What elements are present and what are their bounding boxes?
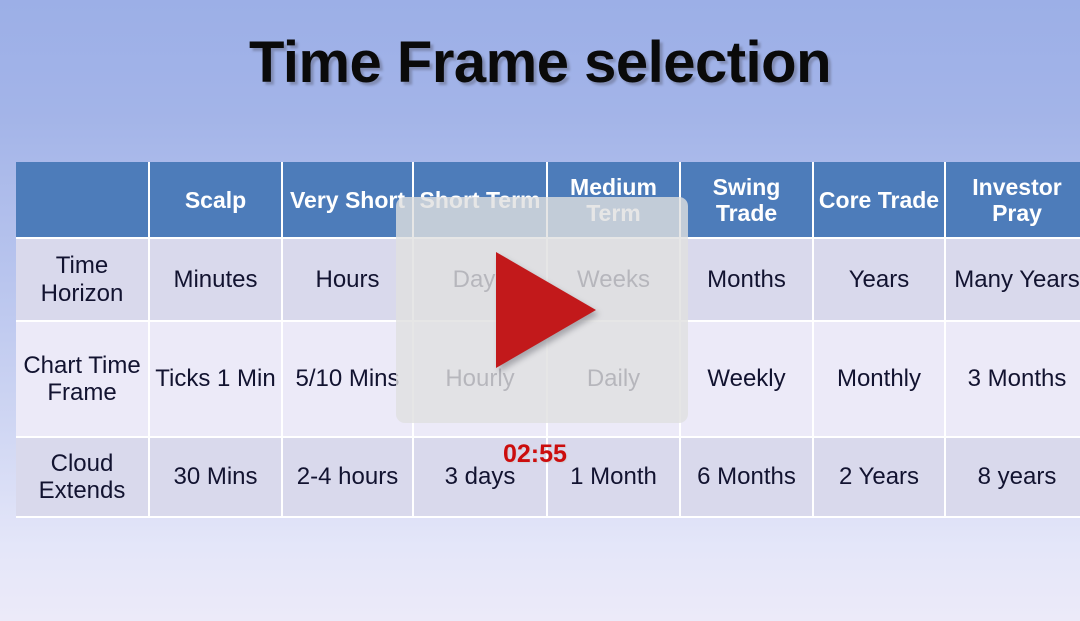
table-cell: 1 Month bbox=[548, 438, 681, 518]
table-cell: 30 Mins bbox=[150, 438, 283, 518]
table-cell: 2-4 hours bbox=[283, 438, 414, 518]
table-header-scalp: Scalp bbox=[150, 162, 283, 239]
play-triangle-icon bbox=[496, 252, 596, 368]
table-cell: 2 Years bbox=[814, 438, 946, 518]
slide-title-container: Time Frame selection bbox=[0, 34, 1080, 92]
table-cell: Monthly bbox=[814, 322, 946, 438]
table-cell: Ticks 1 Min bbox=[150, 322, 283, 438]
table-cell: 8 years bbox=[946, 438, 1080, 518]
table-header-core-trade: Core Trade bbox=[814, 162, 946, 239]
row-label-time-horizon: Time Horizon bbox=[16, 239, 150, 322]
table-cell: Minutes bbox=[150, 239, 283, 322]
table-header-swing-trade: Swing Trade bbox=[681, 162, 814, 239]
table-header-investor-pray: Investor Pray bbox=[946, 162, 1080, 239]
table-cell: 6 Months bbox=[681, 438, 814, 518]
row-label-chart-time-frame: Chart Time Frame bbox=[16, 322, 150, 438]
table-cell: Many Years bbox=[946, 239, 1080, 322]
table-cell: 5/10 Mins bbox=[283, 322, 414, 438]
row-label-cloud-extends: Cloud Extends bbox=[16, 438, 150, 518]
table-cell: Hours bbox=[283, 239, 414, 322]
table-cell: 3 Months bbox=[946, 322, 1080, 438]
page-title: Time Frame selection bbox=[248, 30, 832, 95]
table-header-corner bbox=[16, 162, 150, 239]
video-timestamp: 02:55 bbox=[503, 440, 567, 468]
table-cell: Years bbox=[814, 239, 946, 322]
play-button[interactable] bbox=[396, 197, 688, 423]
table-cell: Weekly bbox=[681, 322, 814, 438]
table-header-very-short: Very Short bbox=[283, 162, 414, 239]
table-cell: Months bbox=[681, 239, 814, 322]
